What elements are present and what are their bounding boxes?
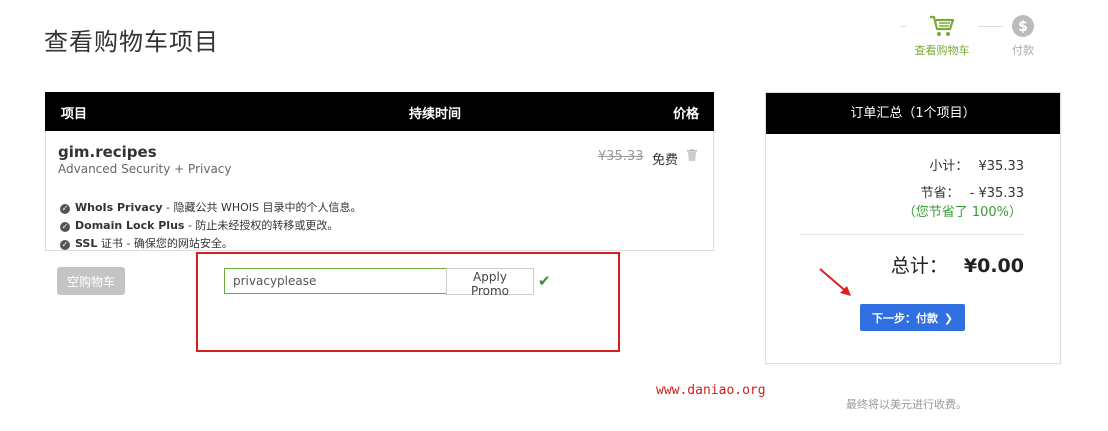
order-summary: 订单汇总（1个项目） 小计： ¥35.33 节省： - ¥35.33 （您节省了…: [765, 92, 1061, 364]
item-product: Advanced Security + Privacy: [58, 162, 232, 176]
header-price: 价格: [672, 107, 699, 122]
currency-note: 最终将以美元进行收费。: [846, 398, 967, 411]
page-title: 查看购物车项目: [44, 28, 219, 56]
step-pay-label: 付款: [1012, 44, 1034, 57]
savings-note: （您节省了 100%）: [902, 205, 1022, 220]
header-item: 项目: [61, 107, 88, 122]
step-view-cart: 查看购物车: [906, 14, 978, 58]
header-duration: 持续时间: [409, 107, 462, 122]
feature-item: ✓ WhoIs Privacy - 隐藏公共 WHOIS 目录中的个人信息。: [60, 199, 362, 215]
savings-value: - ¥35.33: [969, 186, 1024, 201]
step-cart-label: 查看购物车: [914, 44, 970, 57]
summary-title: 订单汇总（1个项目）: [766, 93, 1060, 134]
annotation-box: [196, 252, 620, 352]
feature-desc: 证书 - 确保您的网站安全。: [97, 237, 233, 250]
subtotal-label: 小计：: [929, 159, 969, 174]
watermark: www.daniao.org: [656, 383, 766, 398]
feature-name: WhoIs Privacy: [75, 201, 163, 214]
red-arrow-icon: [819, 268, 851, 296]
feature-desc: - 隐藏公共 WHOIS 目录中的个人信息。: [162, 201, 362, 214]
subtotal-value: ¥35.33: [978, 159, 1025, 174]
subtotal-row: 小计： ¥35.33: [929, 155, 1024, 174]
savings-label: 节省：: [920, 186, 960, 201]
total-label: 总计：: [890, 255, 948, 277]
item-old-price: ¥35.33: [598, 149, 644, 164]
promo-code-input[interactable]: [224, 268, 458, 294]
dollar-coin-icon: $: [1012, 15, 1034, 37]
item-domain: gim.recipes: [58, 143, 157, 161]
svg-text:$: $: [1018, 19, 1028, 35]
next-payment-button[interactable]: 下一步：付款 ❯: [860, 304, 965, 331]
total-value: ¥0.00: [963, 255, 1024, 277]
summary-divider: [800, 234, 1024, 235]
savings-row: 节省： - ¥35.33: [921, 182, 1024, 201]
check-circle-icon: ✓: [60, 204, 70, 214]
feature-name: SSL: [75, 237, 98, 250]
total-row: 总计： ¥0.00: [891, 251, 1024, 278]
apply-promo-button[interactable]: Apply Promo: [446, 268, 534, 298]
chevron-right-icon: ❯: [943, 311, 954, 325]
cart-icon: [930, 15, 955, 36]
item-price: 免费: [652, 153, 679, 168]
trash-icon[interactable]: [687, 149, 697, 161]
checkmark-icon: ✔: [538, 272, 551, 290]
check-circle-icon: ✓: [60, 222, 70, 232]
feature-item: ✓ Domain Lock Plus - 防止未经授权的转移或更改。: [60, 217, 338, 233]
step-payment: $ 付款: [1003, 14, 1043, 58]
cart-item-row: gim.recipes Advanced Security + Privacy …: [45, 131, 714, 251]
feature-name: Domain Lock Plus: [75, 219, 185, 232]
check-circle-icon: ✓: [60, 240, 70, 250]
feature-desc: - 防止未经授权的转移或更改。: [184, 219, 339, 232]
next-button-label: 下一步：付款: [871, 311, 938, 325]
feature-item: ✓ SSL 证书 - 确保您的网站安全。: [60, 235, 233, 251]
empty-cart-button[interactable]: 空购物车: [57, 267, 125, 295]
cart-table-header: 项目 持续时间 价格: [45, 92, 714, 131]
